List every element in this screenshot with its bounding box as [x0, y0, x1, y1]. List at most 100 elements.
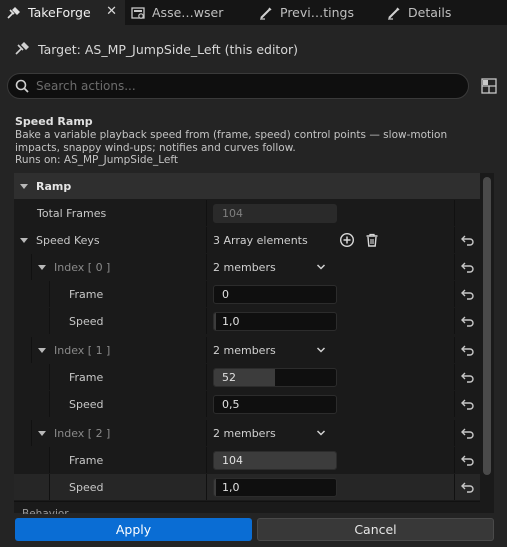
layout-icon: [481, 78, 497, 94]
speed-field[interactable]: 1,0: [213, 478, 337, 497]
reset-to-default-button[interactable]: [460, 232, 476, 248]
search-icon: [14, 78, 30, 94]
next-category-peek: Behavior: [22, 508, 69, 514]
member-label: Frame: [69, 453, 104, 467]
array-summary: 3 Array elements: [213, 233, 308, 247]
section-title: Speed Ramp: [15, 115, 93, 128]
element-expander[interactable]: Index [ 0 ]: [38, 254, 110, 280]
runs-on-text: Runs on: AS_MP_JumpSide_Left: [15, 154, 178, 166]
tab-label: Details: [408, 5, 452, 20]
tab-label: TakeForge: [28, 5, 91, 20]
target-icon: [14, 41, 32, 57]
reset-arrow-icon: [461, 482, 474, 493]
tab-label: Previ…tings: [280, 5, 354, 20]
reset-arrow-icon: [461, 316, 474, 327]
preview-settings-icon: [258, 5, 274, 21]
layout-toggle-button[interactable]: [479, 76, 499, 96]
member-label: Speed: [69, 314, 104, 328]
element-summary[interactable]: 2 members: [213, 420, 326, 446]
details-icon: [386, 5, 402, 21]
speed-field[interactable]: 0,5: [213, 395, 337, 414]
array-element-row: Index [ 0 ] 2 members: [14, 254, 480, 280]
frame-field[interactable]: 104: [213, 451, 337, 470]
expand-caret-icon: [20, 183, 28, 189]
member-label: Frame: [69, 287, 104, 301]
tab-bar: TakeForge ✕ Asse…wser Previ…tings Detail…: [0, 0, 507, 25]
tab-takeforge[interactable]: TakeForge ✕: [0, 0, 125, 25]
close-icon[interactable]: ✕: [106, 4, 117, 19]
search-input[interactable]: [36, 79, 436, 93]
category-ramp[interactable]: Ramp: [14, 173, 480, 199]
takeforge-icon: [6, 5, 22, 21]
member-row-frame: Frame 0: [14, 281, 480, 307]
member-row-speed: Speed 1,0: [14, 474, 480, 500]
reset-to-default-button[interactable]: [460, 425, 476, 441]
element-label: Index [ 2 ]: [54, 426, 111, 440]
expand-caret-icon: [38, 430, 46, 436]
chevron-down-icon: [316, 264, 325, 270]
member-row-speed: Speed 0,5: [14, 391, 480, 417]
member-row-frame: Frame 52: [14, 364, 480, 390]
member-label: Speed: [69, 397, 104, 411]
element-summary[interactable]: 2 members: [213, 254, 326, 280]
element-label: Index [ 0 ]: [54, 260, 111, 274]
reset-arrow-icon: [461, 372, 474, 383]
element-label: Index [ 1 ]: [54, 343, 111, 357]
reset-to-default-button[interactable]: [460, 396, 476, 412]
reset-arrow-icon: [461, 399, 474, 410]
member-label: Frame: [69, 370, 104, 384]
search-box: [7, 73, 469, 99]
tab-asset-browser[interactable]: Asse…wser: [130, 0, 250, 25]
property-label: Total Frames: [37, 206, 107, 220]
tab-preview-settings[interactable]: Previ…tings: [258, 0, 378, 25]
category-label: Ramp: [36, 179, 72, 193]
chevron-down-icon: [316, 430, 325, 436]
section-description: Bake a variable playback speed from (fra…: [15, 129, 495, 167]
total-frames-field: 104: [213, 204, 337, 223]
frame-field[interactable]: 0: [213, 285, 337, 304]
array-element-row: Index [ 1 ] 2 members: [14, 337, 480, 363]
reset-to-default-button[interactable]: [460, 452, 476, 468]
target-text: Target: AS_MP_JumpSide_Left (this editor…: [38, 41, 298, 57]
scrollbar[interactable]: [483, 177, 491, 475]
frame-field[interactable]: 52: [213, 368, 337, 387]
reset-to-default-button[interactable]: [460, 479, 476, 495]
member-row-frame: Frame 104: [14, 447, 480, 473]
property-row-total-frames: Total Frames 104: [14, 200, 480, 226]
cancel-button[interactable]: Cancel: [257, 518, 494, 541]
details-panel: Ramp Total Frames 104 Speed Keys 3 Array…: [14, 173, 494, 513]
description-text: Bake a variable playback speed from (fra…: [15, 129, 448, 154]
add-element-icon[interactable]: [339, 232, 355, 251]
tab-details[interactable]: Details: [386, 0, 506, 25]
apply-button[interactable]: Apply: [15, 518, 252, 541]
property-label: Speed Keys: [36, 233, 100, 247]
delete-all-icon[interactable]: [364, 232, 380, 251]
reset-arrow-icon: [461, 262, 474, 273]
element-expander[interactable]: Index [ 1 ]: [38, 337, 110, 363]
property-row-speed-keys: Speed Keys 3 Array elements: [14, 227, 480, 253]
chevron-down-icon: [316, 347, 325, 353]
target-line: Target: AS_MP_JumpSide_Left (this editor…: [14, 40, 298, 58]
tab-label: Asse…wser: [152, 5, 224, 20]
array-element-row: Index [ 2 ] 2 members: [14, 420, 480, 446]
speed-keys-expander[interactable]: Speed Keys: [20, 227, 100, 253]
expand-caret-icon: [38, 264, 46, 270]
member-label: Speed: [69, 480, 104, 494]
member-row-speed: Speed 1,0: [14, 308, 480, 334]
reset-arrow-icon: [461, 235, 474, 246]
reset-to-default-button[interactable]: [460, 286, 476, 302]
reset-arrow-icon: [461, 289, 474, 300]
reset-arrow-icon: [461, 455, 474, 466]
expand-caret-icon: [38, 347, 46, 353]
reset-arrow-icon: [461, 428, 474, 439]
reset-to-default-button[interactable]: [460, 369, 476, 385]
reset-to-default-button[interactable]: [460, 313, 476, 329]
element-summary[interactable]: 2 members: [213, 337, 326, 363]
reset-to-default-button[interactable]: [460, 342, 476, 358]
expand-caret-icon: [20, 237, 28, 243]
asset-browser-icon: [130, 5, 146, 21]
reset-arrow-icon: [461, 345, 474, 356]
speed-field[interactable]: 1,0: [213, 312, 337, 331]
reset-to-default-button[interactable]: [460, 259, 476, 275]
element-expander[interactable]: Index [ 2 ]: [38, 420, 110, 446]
